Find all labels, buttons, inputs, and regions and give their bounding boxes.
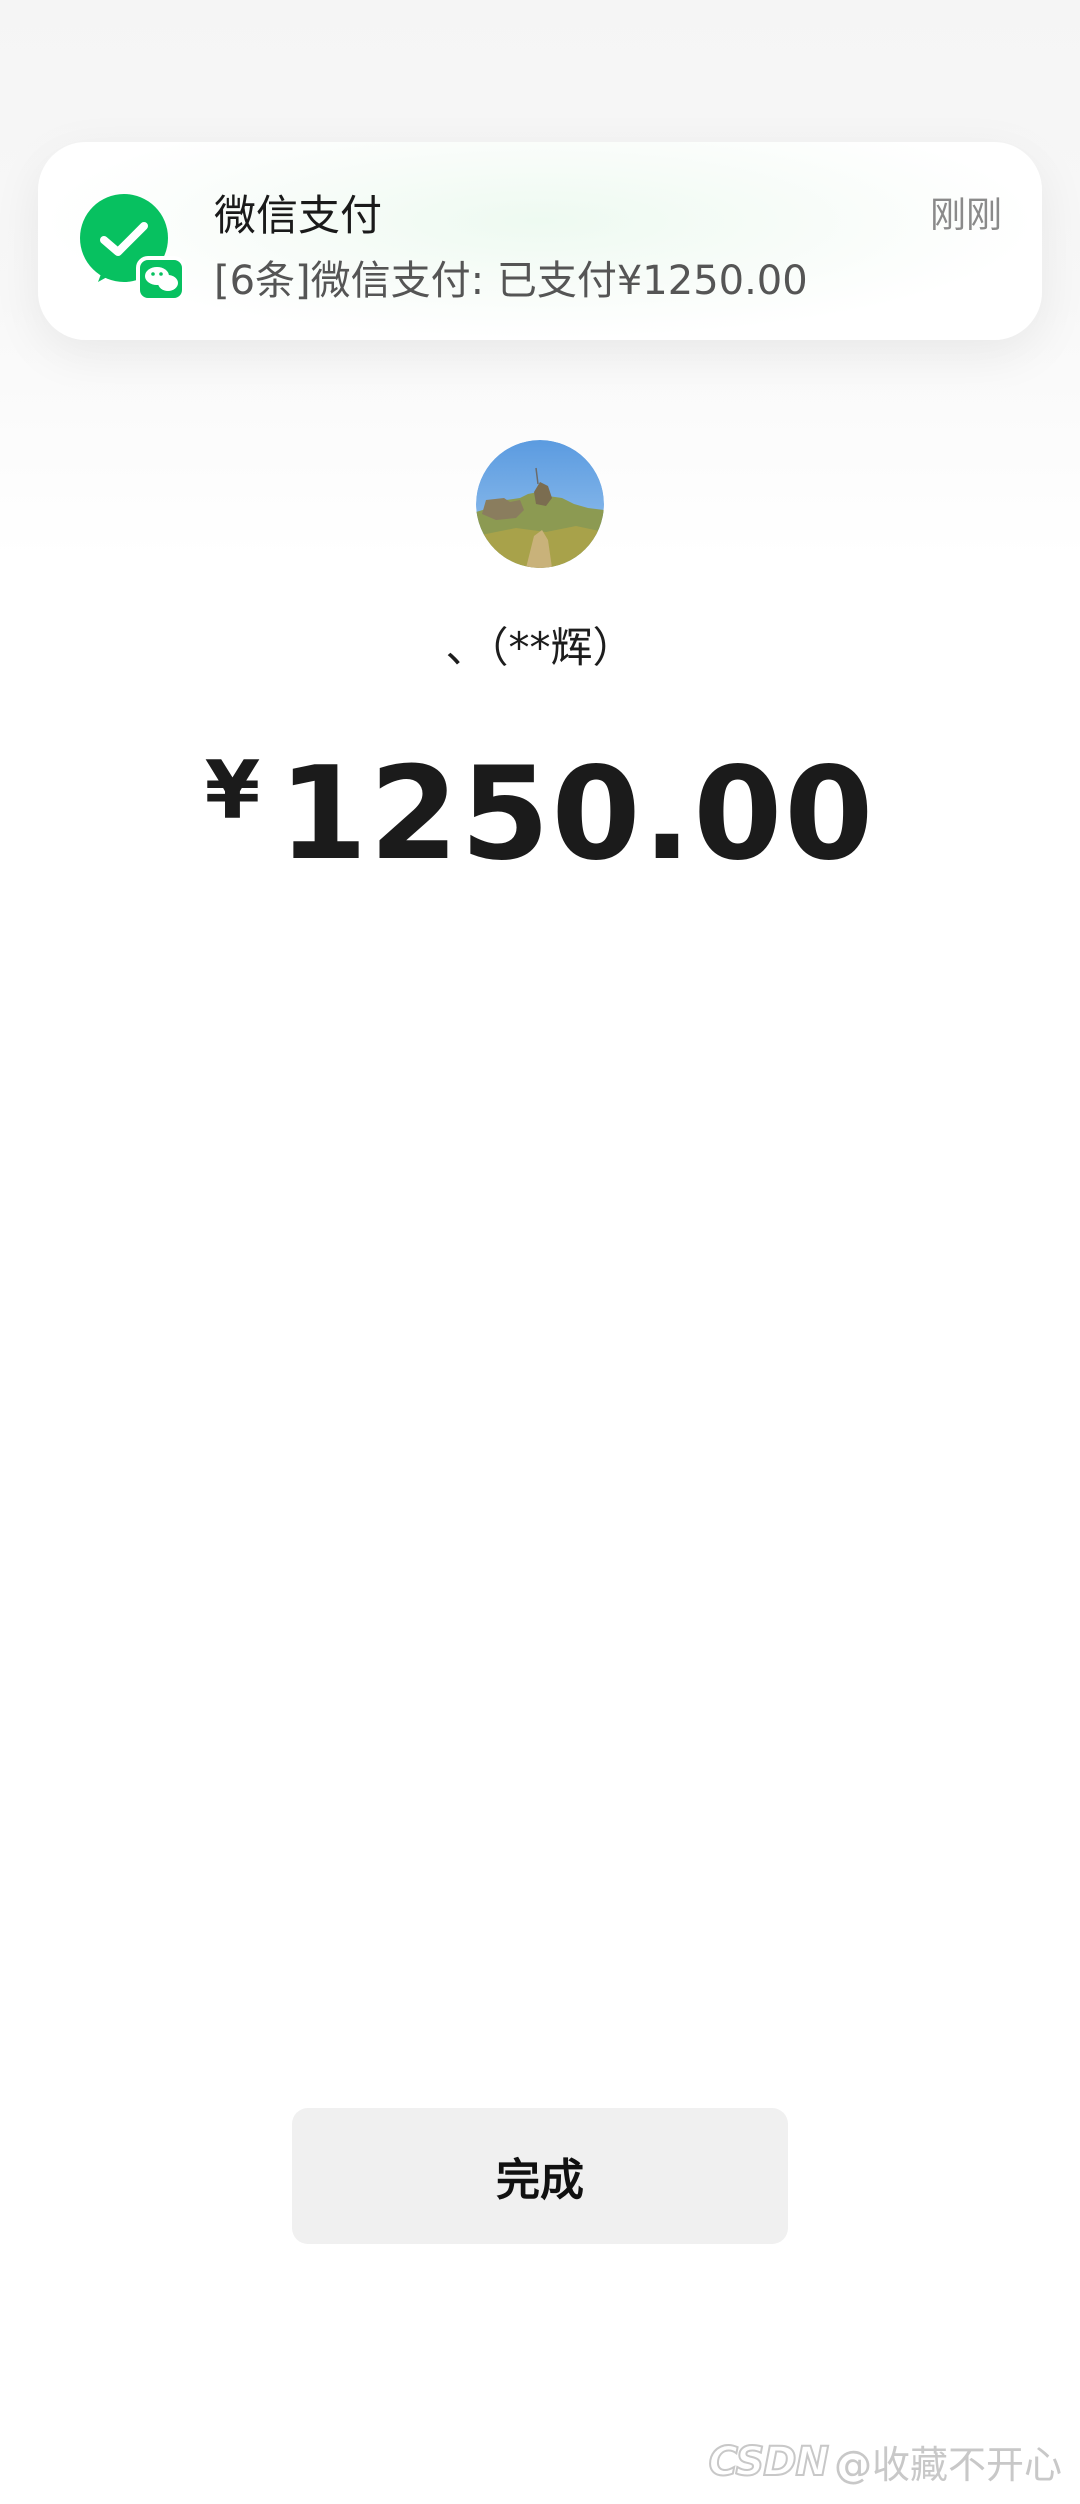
payment-amount: ¥1250.00 (0, 740, 1080, 889)
watermark: CSDN @收藏不开心 (708, 2434, 1062, 2489)
done-button[interactable]: 完成 (292, 2108, 788, 2244)
payee-name: 、（**辉） (445, 623, 635, 672)
amount-value: 1250.00 (278, 740, 876, 889)
notification-message: [6条]微信支付: 已支付¥1250.00 (214, 258, 808, 304)
wechat-pay-icon (80, 194, 186, 302)
notification-title: 微信支付 (214, 191, 383, 240)
currency-symbol: ¥ (204, 744, 261, 837)
payee-avatar (476, 440, 604, 568)
watermark-logo: CSDN (708, 2438, 830, 2486)
watermark-text: @收藏不开心 (833, 2443, 1062, 2487)
payment-notification[interactable]: 微信支付 [6条]微信支付: 已支付¥1250.00 刚刚 (38, 142, 1042, 340)
notification-time: 刚刚 (929, 195, 1002, 236)
payment-success-screen: 微信支付 [6条]微信支付: 已支付¥1250.00 刚刚 、（**辉） ¥12… (0, 0, 1080, 2504)
